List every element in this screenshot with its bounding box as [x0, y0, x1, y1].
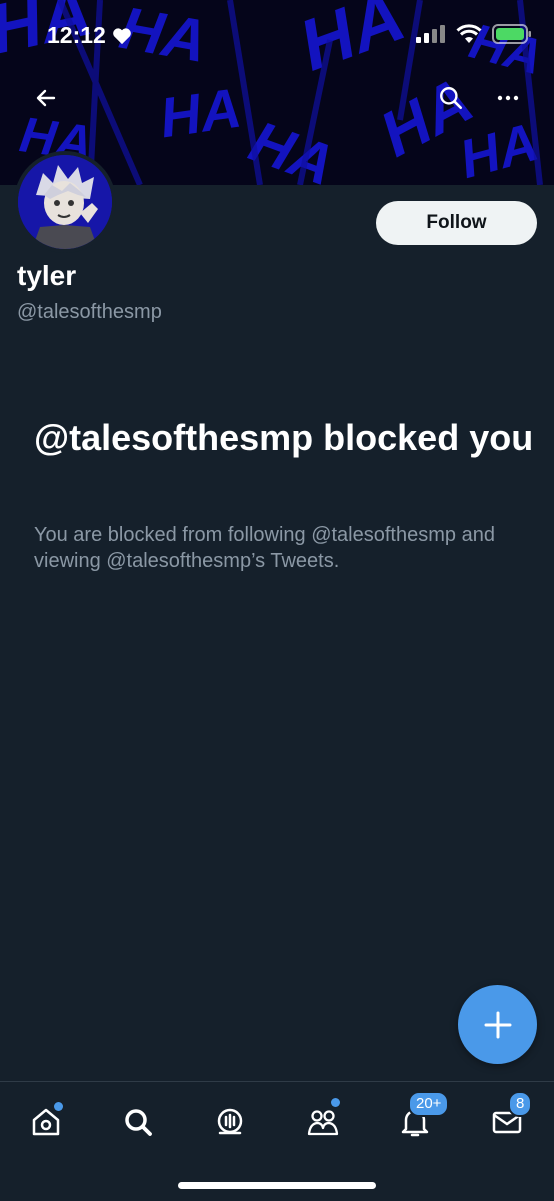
back-arrow-icon	[36, 89, 56, 107]
status-bar: 12:12	[0, 0, 554, 70]
profile-avatar[interactable]	[14, 151, 116, 253]
battery-icon	[492, 24, 531, 44]
follow-button[interactable]: Follow	[376, 201, 537, 245]
cellular-signal-icon	[416, 25, 445, 43]
tab-spaces[interactable]	[202, 1096, 258, 1148]
tab-messages[interactable]: 8	[479, 1091, 535, 1148]
status-icons	[416, 24, 532, 44]
search-button[interactable]	[429, 76, 473, 120]
home-indicator[interactable]	[178, 1182, 376, 1189]
more-options-button[interactable]	[486, 76, 530, 120]
tab-search[interactable]	[110, 1096, 166, 1148]
wifi-icon	[456, 24, 482, 43]
home-notification-dot	[54, 1102, 63, 1111]
plus-icon	[484, 1011, 511, 1038]
avatar-image	[18, 155, 112, 249]
clock-text: 12:12	[47, 22, 106, 48]
spaces-icon	[217, 1108, 243, 1135]
communities-notification-dot	[331, 1098, 340, 1107]
communities-icon	[307, 1110, 339, 1136]
back-button[interactable]	[24, 76, 68, 120]
search-icon	[440, 87, 463, 110]
messages-badge: 8	[508, 1091, 533, 1117]
more-icon	[497, 95, 519, 101]
blocked-title: @talesofthesmp blocked you	[34, 417, 534, 458]
bottom-tab-bar: 20+ 8	[0, 1081, 554, 1201]
status-time: 12:12	[47, 22, 132, 49]
compose-tweet-button[interactable]	[458, 985, 537, 1064]
profile-handle: @talesofthesmp	[17, 301, 162, 323]
blocked-description: You are blocked from following @talesoft…	[34, 524, 495, 572]
heart-icon	[112, 27, 131, 44]
profile-name: tyler	[17, 260, 77, 291]
tab-communities[interactable]	[295, 1096, 351, 1148]
search-icon	[125, 1109, 152, 1136]
tab-notifications[interactable]: 20+	[387, 1091, 450, 1148]
tab-home[interactable]	[18, 1096, 74, 1148]
notifications-badge: 20+	[408, 1091, 450, 1117]
